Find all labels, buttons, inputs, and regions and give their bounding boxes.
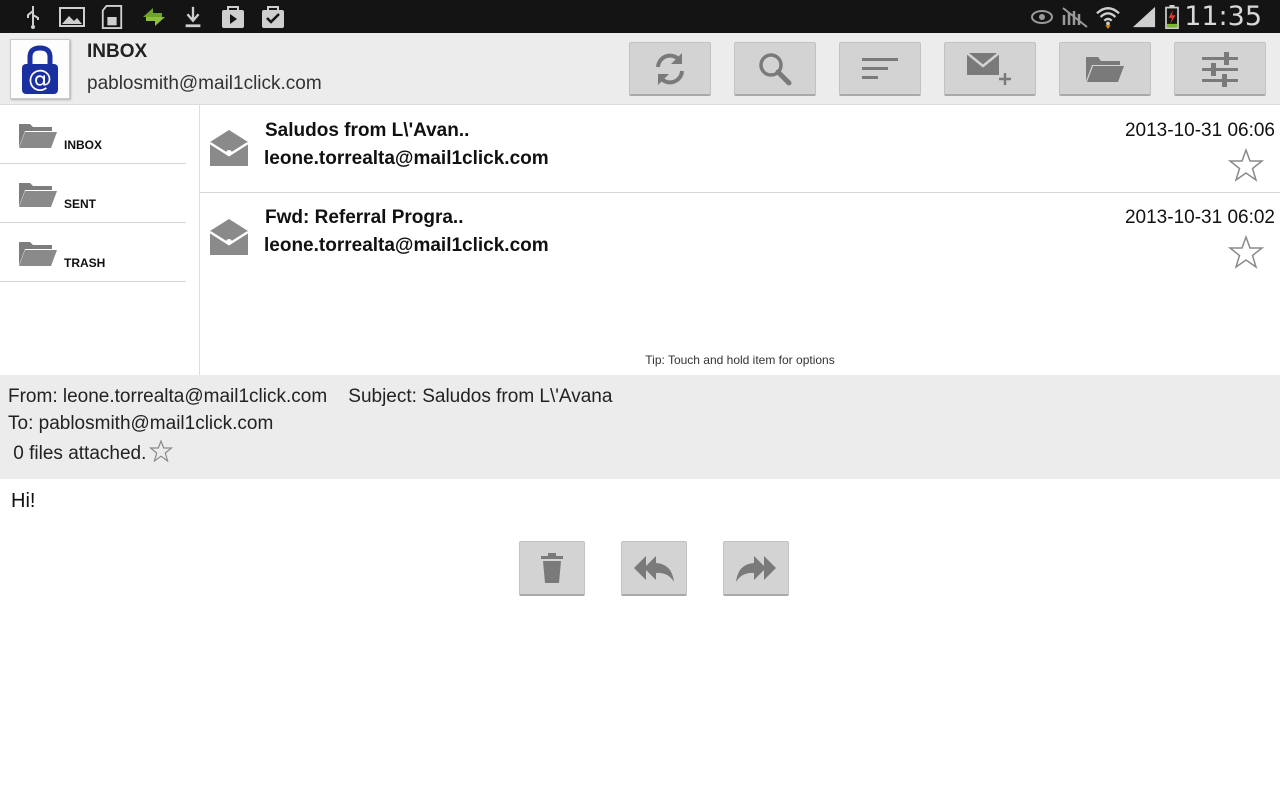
star-icon[interactable]: [1228, 148, 1264, 182]
message-sender: leone.torrealta@mail1click.com: [264, 235, 549, 256]
open-envelope-icon: [209, 130, 249, 166]
eye-icon: [1031, 10, 1053, 24]
message-preview-header: From: leone.torrealta@mail1click.com Sub…: [0, 375, 1280, 479]
refresh-icon: [656, 52, 684, 85]
star-icon[interactable]: [149, 440, 174, 462]
forward-icon: [736, 556, 776, 582]
attachments-count: 0 files attached.: [8, 443, 147, 464]
message-list: Saludos from L\'Avan.. leone.torrealta@m…: [200, 105, 1280, 375]
folder-label: TRASH: [64, 256, 106, 270]
sort-icon: [862, 57, 898, 79]
signal-icon: [1132, 6, 1156, 28]
sd-card-icon: [101, 5, 123, 29]
message-body: Hi!: [11, 490, 36, 512]
play-store-icon: [222, 6, 244, 28]
folder-icon: [19, 124, 57, 148]
app-logo[interactable]: @: [10, 39, 70, 99]
message-sender: leone.torrealta@mail1click.com: [264, 148, 549, 169]
padlock-mail-logo-icon: @: [22, 45, 58, 94]
folder-button[interactable]: [1059, 42, 1151, 96]
clock: 11:35: [1184, 1, 1262, 32]
trash-icon: [541, 553, 563, 583]
settings-button[interactable]: [1174, 42, 1266, 96]
reply-all-icon: [634, 556, 674, 582]
folder-icon: [1086, 56, 1124, 82]
preview-to: To: pablosmith@mail1click.com: [8, 413, 274, 434]
preview-attachments-row: 0 files attached.: [8, 440, 174, 465]
checked-bag-icon: [262, 6, 284, 28]
message-subject: Fwd: Referral Progra..: [265, 207, 464, 228]
download-icon: [185, 6, 201, 28]
folder-label: SENT: [64, 197, 97, 211]
folder-label: INBOX: [64, 138, 103, 152]
battery-charging-icon: [1165, 5, 1179, 29]
usb-icon: [27, 6, 39, 29]
status-bar: 11:35: [0, 0, 1280, 33]
account-email: pablosmith@mail1click.com: [87, 73, 322, 94]
folder-item-trash[interactable]: TRASH: [0, 223, 186, 282]
settings-icon: [1202, 51, 1238, 87]
svg-text:@: @: [28, 65, 52, 93]
delete-button[interactable]: [519, 541, 585, 596]
forward-button[interactable]: [723, 541, 789, 596]
open-envelope-icon: [209, 219, 249, 255]
message-date: 2013-10-31 06:02: [1124, 207, 1275, 228]
message-row[interactable]: Fwd: Referral Progra.. leone.torrealta@m…: [200, 194, 1280, 282]
current-folder-title: INBOX: [87, 41, 148, 62]
search-icon: [759, 52, 792, 85]
compose-button[interactable]: [944, 42, 1036, 96]
folder-icon: [19, 242, 57, 266]
star-icon[interactable]: [1228, 235, 1264, 269]
message-date: 2013-10-31 06:06: [1124, 120, 1275, 141]
folder-list: INBOX SENT TRASH: [0, 105, 200, 375]
image-icon: [59, 7, 85, 27]
folder-item-sent[interactable]: SENT: [0, 164, 186, 223]
compose-icon: [966, 51, 1011, 85]
preview-from-subject: From: leone.torrealta@mail1click.com Sub…: [8, 386, 613, 407]
folder-icon: [19, 183, 57, 207]
wifi-icon: [1096, 7, 1120, 29]
folder-item-inbox[interactable]: INBOX: [0, 105, 186, 164]
app-header: @ INBOX pablosmith@mail1click.com: [0, 33, 1280, 105]
sync-arrows-icon: [143, 8, 165, 26]
reply-all-button[interactable]: [621, 541, 687, 596]
search-button[interactable]: [734, 42, 816, 96]
sort-button[interactable]: [839, 42, 921, 96]
message-row[interactable]: Saludos from L\'Avan.. leone.torrealta@m…: [200, 105, 1280, 193]
refresh-button[interactable]: [629, 42, 711, 96]
tip-text: Tip: Touch and hold item for options: [645, 353, 835, 367]
message-subject: Saludos from L\'Avan..: [265, 120, 470, 141]
mute-icon: [1062, 7, 1088, 28]
